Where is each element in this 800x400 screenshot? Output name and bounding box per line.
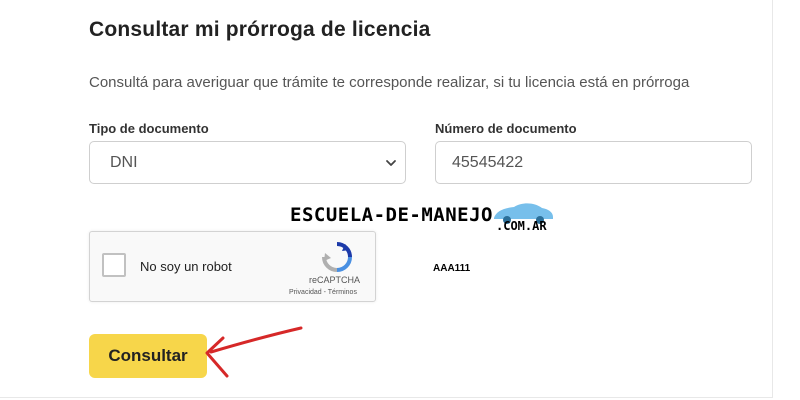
watermark-domain: .COM.AR [496,219,547,233]
recaptcha-links[interactable]: Privacidad - Términos [289,289,357,296]
doc-number-value: 45545422 [452,153,524,171]
consultar-button[interactable]: Consultar [89,334,207,378]
recaptcha-label: No soy un robot [140,259,232,274]
recaptcha-widget: No soy un robot reCAPTCHA Privacidad - T… [89,231,376,302]
captcha-code: AAA111 [433,263,471,274]
page-subtitle: Consultá para averiguar que trámite te c… [89,74,690,91]
doc-type-label: Tipo de documento [89,121,209,136]
page-title: Consultar mi prórroga de licencia [89,18,431,41]
hand-drawn-arrow-icon [205,326,303,378]
doc-number-label: Número de documento [435,121,577,136]
doc-type-select[interactable]: DNI [89,141,406,184]
recaptcha-logo-icon [322,242,352,272]
chevron-down-icon [386,160,396,166]
doc-type-value: DNI [110,153,138,171]
recaptcha-brand: reCAPTCHA [309,275,361,285]
recaptcha-checkbox[interactable] [102,253,126,277]
doc-number-input[interactable]: 45545422 [435,141,752,184]
watermark-text: ESCUELA-DE-MANEJO [290,204,493,226]
consult-card: Consultar mi prórroga de licencia Consul… [0,0,773,398]
